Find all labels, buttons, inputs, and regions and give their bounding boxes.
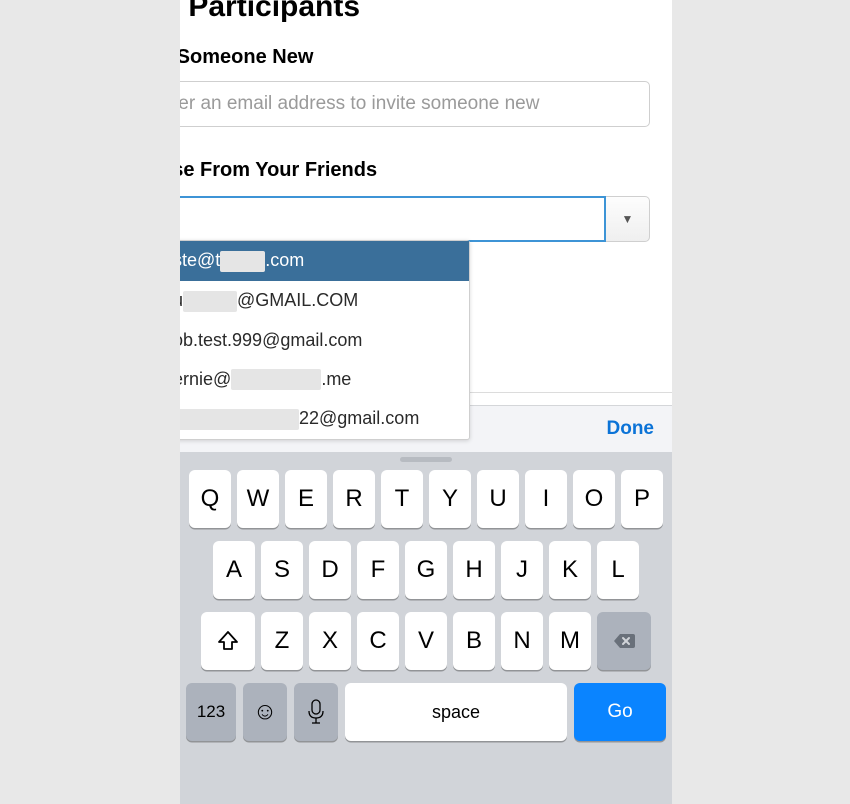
key-g[interactable]: G — [405, 541, 447, 599]
key-p[interactable]: P — [621, 470, 663, 528]
key-o[interactable]: O — [573, 470, 615, 528]
dropdown-item[interactable]: uxxxxxx@GMAIL.COM — [180, 281, 469, 321]
invite-email-placeholder: ter an email address to invite someone n… — [180, 93, 539, 115]
dropdown-item[interactable]: ste@txxxxx.com — [180, 241, 469, 281]
page-title: … Participants — [180, 0, 672, 24]
redacted-text: xxxxxxxxxxxxxx — [180, 409, 299, 430]
key-h[interactable]: H — [453, 541, 495, 599]
key-i[interactable]: I — [525, 470, 567, 528]
key-u[interactable]: U — [477, 470, 519, 528]
backspace-icon — [612, 629, 636, 653]
dropdown-item-text: .me — [321, 369, 351, 389]
invite-section-label: e Someone New — [180, 46, 672, 69]
redacted-text: xxxxxx — [183, 291, 237, 312]
friends-combobox-arrow[interactable]: ▼ — [606, 196, 650, 242]
redacted-text: xxxxxxxxxx — [231, 369, 321, 390]
done-button[interactable]: Done — [607, 418, 655, 440]
key-l[interactable]: L — [597, 541, 639, 599]
key-x[interactable]: X — [309, 612, 351, 670]
invite-email-input[interactable]: ter an email address to invite someone n… — [180, 81, 650, 127]
key-k[interactable]: K — [549, 541, 591, 599]
key-c[interactable]: C — [357, 612, 399, 670]
friends-combobox: ▼ — [180, 196, 650, 242]
dropdown-item[interactable]: ernie@xxxxxxxxxx.me — [180, 360, 469, 400]
friends-combobox-input[interactable] — [180, 196, 606, 242]
keyboard-grabber — [400, 457, 452, 462]
dropdown-item-text: @GMAIL.COM — [237, 290, 358, 310]
key-n[interactable]: N — [501, 612, 543, 670]
dropdown-item-text: 22@gmail.com — [299, 408, 419, 428]
chevron-down-icon: ▼ — [622, 212, 634, 226]
go-key[interactable]: Go — [574, 683, 666, 741]
dropdown-item[interactable]: xxxxxxxxxxxxxx22@gmail.com — [180, 399, 469, 439]
shift-icon — [216, 629, 240, 653]
dictation-key[interactable] — [294, 683, 338, 741]
backspace-key[interactable] — [597, 612, 651, 670]
key-y[interactable]: Y — [429, 470, 471, 528]
key-j[interactable]: J — [501, 541, 543, 599]
dropdown-item-text: ob.test.999@gmail.com — [180, 330, 362, 350]
emoji-icon: ☺ — [253, 698, 278, 726]
key-e[interactable]: E — [285, 470, 327, 528]
key-q[interactable]: Q — [189, 470, 231, 528]
dropdown-item-text: ernie@ — [180, 369, 231, 389]
friends-section-label: ose From Your Friends — [180, 159, 672, 182]
dropdown-item-text: ste@t — [180, 250, 220, 270]
dropdown-item-text: .com — [265, 250, 304, 270]
key-f[interactable]: F — [357, 541, 399, 599]
key-a[interactable]: A — [213, 541, 255, 599]
key-b[interactable]: B — [453, 612, 495, 670]
key-r[interactable]: R — [333, 470, 375, 528]
key-z[interactable]: Z — [261, 612, 303, 670]
key-w[interactable]: W — [237, 470, 279, 528]
mobile-screen: … Participants e Someone New ter an emai… — [180, 0, 672, 804]
key-v[interactable]: V — [405, 612, 447, 670]
redacted-text: xxxxx — [220, 251, 265, 272]
microphone-icon — [307, 699, 325, 725]
key-m[interactable]: M — [549, 612, 591, 670]
ios-keyboard: QWERTYUIOP ASDFGHJKL ZXCVBNM 123 ☺ space… — [180, 452, 672, 804]
key-s[interactable]: S — [261, 541, 303, 599]
friends-dropdown: ste@txxxxx.comuxxxxxx@GMAIL.COMob.test.9… — [180, 240, 470, 440]
space-key[interactable]: space — [345, 683, 567, 741]
emoji-key[interactable]: ☺ — [243, 683, 287, 741]
shift-key[interactable] — [201, 612, 255, 670]
key-t[interactable]: T — [381, 470, 423, 528]
key-d[interactable]: D — [309, 541, 351, 599]
dropdown-item[interactable]: ob.test.999@gmail.com — [180, 321, 469, 360]
numbers-key[interactable]: 123 — [186, 683, 236, 741]
